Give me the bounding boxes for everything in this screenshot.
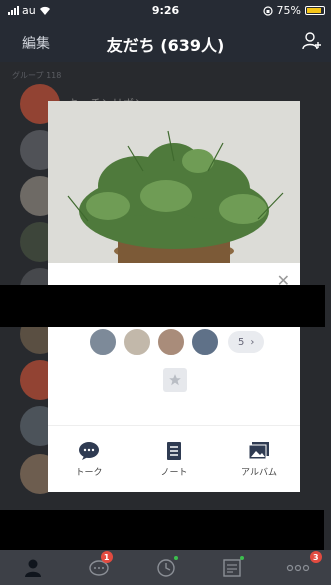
tab-friends[interactable] <box>0 550 66 585</box>
more-icon <box>286 564 310 571</box>
profile-cover-photo[interactable] <box>48 101 300 263</box>
avatar[interactable] <box>156 327 186 357</box>
tab-timeline[interactable] <box>132 550 198 585</box>
mutual-friends[interactable]: 5 › <box>88 327 265 357</box>
chevron-right-icon: › <box>250 336 255 348</box>
bottom-tab-bar: 1 3 <box>0 550 331 585</box>
app-header: 編集 友だち (639人) <box>0 22 331 62</box>
talk-button[interactable]: トーク <box>54 441 124 478</box>
more-friends-button[interactable]: 5 › <box>228 331 265 353</box>
note-icon <box>167 442 181 460</box>
avatar[interactable] <box>190 327 220 357</box>
album-button[interactable]: アルバム <box>224 441 294 478</box>
news-icon <box>223 558 241 577</box>
redacted-bottom-bar <box>0 510 324 550</box>
tab-chats[interactable]: 1 <box>66 550 132 585</box>
divider <box>48 425 300 426</box>
battery-indicator: 75% <box>262 4 325 17</box>
add-user-icon[interactable] <box>301 30 323 52</box>
avatar[interactable] <box>88 327 118 357</box>
star-icon[interactable] <box>163 368 187 392</box>
notification-badge: 3 <box>309 551 322 563</box>
clock-icon <box>156 558 175 577</box>
avatar[interactable] <box>122 327 152 357</box>
tab-news[interactable] <box>199 550 265 585</box>
orientation-lock-icon <box>262 5 273 16</box>
page-title: 友だち (639人) <box>106 36 225 55</box>
battery-percent: 75% <box>276 4 301 17</box>
redacted-name-bar <box>0 285 325 327</box>
person-icon <box>25 559 42 577</box>
more-count: 5 <box>238 336 245 348</box>
chat-bubble-icon <box>79 442 99 460</box>
plant-photo <box>48 101 300 263</box>
album-icon <box>248 442 269 460</box>
battery-icon <box>305 6 325 15</box>
new-dot <box>174 556 179 560</box>
new-dot <box>239 556 244 560</box>
album-label: アルバム <box>241 468 277 478</box>
talk-label: トーク <box>75 468 103 478</box>
status-bar: au 9:26 75% <box>0 0 331 22</box>
unread-badge: 1 <box>100 551 113 563</box>
note-label: ノート <box>160 468 188 478</box>
note-button[interactable]: ノート <box>139 441 209 478</box>
tab-more[interactable]: 3 <box>265 550 331 585</box>
